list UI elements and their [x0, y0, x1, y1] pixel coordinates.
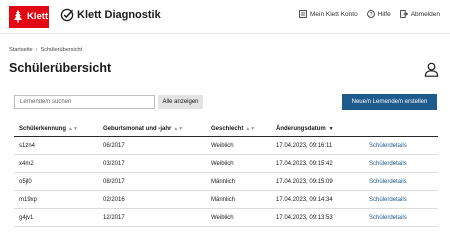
sort-icon: ▲▼ — [245, 126, 256, 132]
logout-icon — [399, 10, 408, 18]
column-header-changed[interactable]: Änderungsdatum ▼ — [276, 121, 334, 136]
account-icon — [299, 10, 307, 18]
show-all-button[interactable]: Alle anzeigen — [158, 95, 203, 109]
table-row: g4jv1 12/2017 Weiblich 17.04.2023, 09:13:53… — [14, 209, 438, 227]
logout-link[interactable]: Abmelden — [399, 10, 440, 18]
cell-gender: Weiblich — [211, 160, 234, 167]
help-link-label: Hilfe — [377, 10, 391, 18]
sort-desc-icon: ▼ — [328, 126, 334, 132]
cell-changed: 17.04.2023, 09:13:53 — [276, 214, 333, 221]
logo-text: Klett — [27, 11, 49, 22]
sort-icon: ▲▼ — [173, 126, 184, 132]
cell-changed: 17.04.2023, 09:15:09 — [276, 178, 333, 185]
cell-birth: 06/2017 — [103, 142, 125, 149]
table-row: o5jl0 08/2017 Männlich 17.04.2023, 09:15:09… — [14, 173, 438, 191]
cell-birth: 08/2017 — [103, 178, 125, 185]
cell-changed: 17.04.2023, 09:14:34 — [276, 196, 333, 203]
column-header-label: Geschlecht — [211, 126, 244, 132]
student-details-link[interactable]: Schülerdetails — [369, 137, 407, 154]
cell-id: o5jl0 — [19, 178, 32, 185]
table-body: s1zn4 06/2017 Weiblich 17.04.2023, 09:16:11… — [14, 137, 438, 227]
column-header-label: Schülerkennung — [19, 126, 67, 132]
table-row: m19xp 02/2016 Männlich 17.04.2023, 09:14:34… — [14, 191, 438, 209]
cell-birth: 12/2017 — [103, 214, 125, 221]
student-details-link[interactable]: Schülerdetails — [369, 173, 407, 190]
cell-changed: 17.04.2023, 09:16:11 — [276, 142, 333, 149]
create-student-button[interactable]: Neue/n Lernende/n erstellen — [342, 94, 437, 110]
account-link-label: Mein Klett Konto — [310, 10, 358, 18]
top-navigation-bar: Klett Klett Diagnostik Mein Klett Konto … — [0, 0, 450, 34]
column-header-label: Geburtsmonat und -jahr — [103, 126, 172, 132]
table-row: s1zn4 06/2017 Weiblich 17.04.2023, 09:16:11… — [14, 137, 438, 155]
cell-gender: Weiblich — [211, 142, 234, 149]
student-details-link[interactable]: Schülerdetails — [369, 155, 407, 172]
students-table: Schülerkennung ▲▼ Geburtsmonat und -jahr ▲… — [14, 121, 438, 227]
column-header-label: Änderungsdatum — [276, 126, 326, 132]
breadcrumb-home[interactable]: Startseite — [9, 47, 33, 53]
svg-text:?: ? — [369, 12, 372, 18]
cell-birth: 02/2016 — [103, 196, 125, 203]
klett-logo-icon — [14, 10, 22, 23]
cell-id: s1zn4 — [19, 142, 36, 149]
breadcrumb: Startseite › Schülerübersicht — [9, 47, 82, 53]
checkmark-badge-icon — [60, 8, 74, 22]
column-header-gender[interactable]: Geschlecht ▲▼ — [211, 121, 255, 136]
table-header-row: Schülerkennung ▲▼ Geburtsmonat und -jahr ▲… — [14, 121, 438, 137]
cell-gender: Männlich — [211, 178, 236, 185]
student-details-link[interactable]: Schülerdetails — [369, 209, 407, 226]
cell-gender: Weiblich — [211, 214, 234, 221]
header-nav: Mein Klett Konto ? Hilfe Abmelden — [299, 10, 440, 18]
help-link[interactable]: ? Hilfe — [366, 10, 391, 18]
sort-icon: ▲▼ — [68, 126, 78, 132]
chevron-right-icon: › — [35, 47, 38, 53]
user-icon[interactable] — [424, 62, 439, 77]
cell-gender: Männlich — [211, 196, 236, 203]
cell-birth: 03/2017 — [103, 160, 125, 167]
logout-link-label: Abmelden — [410, 10, 440, 18]
cell-changed: 17.04.2023, 09:15:42 — [276, 160, 333, 167]
page-title: Schülerübersicht — [9, 61, 112, 75]
column-header-id[interactable]: Schülerkennung ▲▼ — [19, 121, 78, 136]
account-link[interactable]: Mein Klett Konto — [299, 10, 358, 18]
cell-id: x4m2 — [19, 160, 34, 167]
table-row: x4m2 03/2017 Weiblich 17.04.2023, 09:15:42 S… — [14, 155, 438, 173]
klett-logo[interactable]: Klett — [9, 6, 49, 28]
breadcrumb-current: Schülerübersicht — [40, 47, 83, 53]
app-title: Klett Diagnostik — [77, 9, 161, 21]
student-details-link[interactable]: Schülerdetails — [369, 191, 407, 208]
cell-id: g4jv1 — [19, 214, 34, 221]
help-icon: ? — [366, 10, 375, 18]
column-header-birth[interactable]: Geburtsmonat und -jahr ▲▼ — [103, 121, 183, 136]
cell-id: m19xp — [19, 196, 38, 203]
search-input[interactable] — [14, 95, 155, 109]
